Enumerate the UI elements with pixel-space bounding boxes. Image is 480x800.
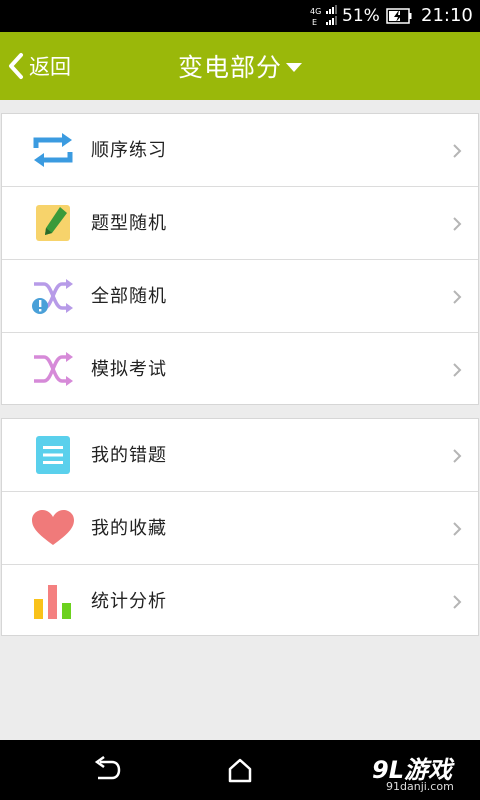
chevron-right-icon — [453, 522, 462, 536]
svg-text:E: E — [312, 18, 317, 27]
menu-item-my-mistakes[interactable]: 我的错题 — [2, 419, 478, 492]
chevron-left-icon — [9, 53, 23, 79]
menu-item-statistics[interactable]: 统计分析 — [2, 565, 478, 638]
menu-item-label: 模拟考试 — [91, 359, 167, 380]
shuffle-alert-icon — [32, 279, 73, 314]
back-label: 返回 — [29, 55, 71, 79]
page-title: 变电部分 — [177, 53, 282, 82]
caret-down-icon — [286, 62, 302, 72]
category-dropdown[interactable]: 变电部分 — [178, 48, 302, 84]
chevron-right-icon — [453, 449, 462, 463]
menu-item-mock-exam[interactable]: 模拟考试 — [2, 333, 478, 406]
chevron-right-icon — [453, 217, 462, 231]
menu-item-label: 全部随机 — [91, 286, 167, 307]
menu-item-label: 题型随机 — [91, 213, 167, 234]
chevron-right-icon — [453, 144, 462, 158]
status-bar: 4G E 51% 21:10 — [0, 0, 480, 32]
chevron-right-icon — [453, 363, 462, 377]
app-header: 返回 变电部分 — [0, 32, 480, 100]
records-menu: 我的错题 我的收藏 统计分析 — [1, 418, 479, 636]
repeat-icon — [33, 133, 73, 167]
system-nav-bar: 9L游戏 91danji.com — [0, 740, 480, 800]
document-list-icon — [36, 436, 70, 474]
battery-charging-icon — [386, 8, 412, 24]
practice-menu: 顺序练习 题型随机 全部随机 模拟考试 — [1, 113, 479, 405]
signal-icon: 4G E — [310, 5, 337, 27]
menu-item-sequential-practice[interactable]: 顺序练习 — [2, 114, 478, 187]
battery-percent: 51% — [342, 6, 380, 26]
menu-item-random-by-type[interactable]: 题型随机 — [2, 187, 478, 260]
svg-text:4G: 4G — [310, 7, 321, 16]
chevron-right-icon — [453, 595, 462, 609]
nav-back-icon[interactable] — [92, 756, 122, 784]
menu-item-label: 顺序练习 — [91, 140, 167, 161]
shuffle-icon — [34, 352, 73, 386]
menu-item-all-random[interactable]: 全部随机 — [2, 260, 478, 333]
menu-item-my-favorites[interactable]: 我的收藏 — [2, 492, 478, 565]
chevron-right-icon — [453, 290, 462, 304]
watermark-logo: 9L游戏 91danji.com — [372, 750, 472, 794]
pencil-note-icon — [36, 205, 70, 241]
menu-item-label: 我的收藏 — [91, 518, 167, 539]
bar-chart-icon — [34, 585, 71, 619]
heart-icon — [32, 510, 74, 545]
nav-home-icon[interactable] — [226, 756, 254, 784]
menu-item-label: 统计分析 — [91, 591, 167, 612]
menu-item-label: 我的错题 — [91, 445, 167, 466]
watermark-sub: 91danji.com — [386, 780, 454, 793]
back-button[interactable]: 返回 — [6, 46, 71, 86]
clock: 21:10 — [421, 5, 473, 26]
